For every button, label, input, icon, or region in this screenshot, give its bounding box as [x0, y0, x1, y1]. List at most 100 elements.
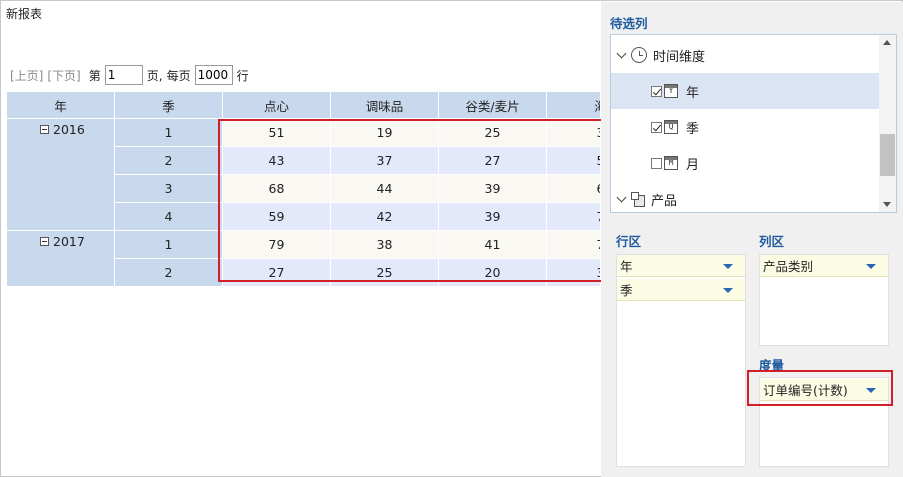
- prev-page-link[interactable]: [上页]: [10, 67, 43, 84]
- tree-node-month[interactable]: M 月: [611, 145, 879, 181]
- measure-field-chip[interactable]: 订单编号(计数): [760, 379, 888, 401]
- year-checkbox[interactable]: [651, 85, 662, 97]
- next-page-link[interactable]: [下页]: [47, 67, 80, 84]
- quarter-cell: 2: [114, 258, 223, 287]
- value-cell: 3: [546, 258, 600, 287]
- header-condiments[interactable]: 调味品: [330, 91, 439, 119]
- value-cell: 39: [438, 202, 547, 231]
- value-cell: 27: [438, 146, 547, 175]
- value-cell: 79: [222, 230, 331, 259]
- quarter-checkbox[interactable]: [651, 121, 662, 133]
- dropdown-arrow-icon[interactable]: [866, 388, 876, 393]
- tree-label: 季: [686, 121, 700, 137]
- per-page-suffix-label: 行: [236, 68, 249, 83]
- value-cell: 39: [438, 174, 547, 203]
- page-size-input[interactable]: [194, 65, 233, 85]
- value-cell: 51: [222, 118, 331, 147]
- column-field-chip[interactable]: 产品类别: [760, 255, 888, 277]
- year-group-2016: 2016: [6, 118, 115, 231]
- page-suffix-label: 页,: [146, 68, 163, 83]
- header-row: 年 季 点心 调味品 谷类/麦片 海: [6, 91, 600, 119]
- tree-label: 产品: [651, 193, 678, 209]
- header-seafood-partial[interactable]: 海: [546, 91, 600, 119]
- month-checkbox[interactable]: [651, 157, 662, 169]
- chevron-down-icon[interactable]: [617, 194, 627, 204]
- quarter-cell: 3: [114, 174, 223, 203]
- year-calendar-icon: Y: [664, 84, 678, 98]
- value-cell: 44: [330, 174, 439, 203]
- tree-node-time-dimension[interactable]: 时间维度: [611, 37, 879, 73]
- year-label: 2017: [53, 234, 85, 249]
- value-cell: 20: [438, 258, 547, 287]
- measure-zone-title: 度量: [759, 358, 785, 373]
- tree-node-quarter[interactable]: Q 季: [611, 109, 879, 145]
- header-year[interactable]: 年: [6, 91, 115, 119]
- month-calendar-icon: M: [664, 156, 678, 170]
- value-cell: 37: [330, 146, 439, 175]
- quarter-cell: 1: [114, 118, 223, 147]
- row-field-chip[interactable]: 年: [617, 255, 745, 277]
- chip-label: 季: [620, 283, 633, 298]
- tree-label: 月: [686, 157, 700, 173]
- value-cell: 3: [546, 118, 600, 147]
- dropdown-arrow-icon[interactable]: [723, 288, 733, 293]
- quarter-cell: 4: [114, 202, 223, 231]
- report-window: 新报表 [上页] [下页] 第 页, 每页 行 年 季 点心 调味品 谷类/麦片…: [0, 0, 903, 477]
- value-cell: 7: [546, 202, 600, 231]
- pivot-table: 年 季 点心 调味品 谷类/麦片 海 2016 1 51 19 25: [6, 91, 600, 287]
- scroll-thumb[interactable]: [880, 134, 895, 176]
- tree-scrollbar[interactable]: [879, 35, 896, 212]
- chip-label: 订单编号(计数): [763, 383, 848, 398]
- value-cell: 42: [330, 202, 439, 231]
- candidates-title: 待选列: [610, 16, 648, 31]
- row-zone-box[interactable]: 年 季: [616, 254, 746, 467]
- clock-icon: [631, 47, 647, 63]
- tree-node-product[interactable]: 产品: [611, 181, 879, 212]
- pivot-table-viewport: 年 季 点心 调味品 谷类/麦片 海 2016 1 51 19 25: [6, 91, 600, 287]
- row-field-chip[interactable]: 季: [617, 279, 745, 301]
- collapse-icon[interactable]: [40, 237, 49, 246]
- value-cell: 5: [546, 146, 600, 175]
- collapse-icon[interactable]: [40, 125, 49, 134]
- dropdown-arrow-icon[interactable]: [866, 264, 876, 269]
- value-cell: 43: [222, 146, 331, 175]
- header-quarter[interactable]: 季: [114, 91, 223, 119]
- value-cell: 25: [330, 258, 439, 287]
- value-cell: 6: [546, 174, 600, 203]
- page-number-input[interactable]: [104, 65, 143, 85]
- header-snacks[interactable]: 点心: [222, 91, 331, 119]
- measure-zone-box[interactable]: 订单编号(计数): [759, 377, 889, 467]
- value-cell: 38: [330, 230, 439, 259]
- column-zone-box[interactable]: 产品类别: [759, 254, 889, 346]
- table-row: 2017 1 79 38 41 7: [6, 230, 600, 287]
- value-cell: 19: [330, 118, 439, 147]
- per-page-prefix-label: 每页: [166, 68, 191, 83]
- table-icon: [631, 192, 645, 207]
- pager: [上页] [下页] 第 页, 每页 行: [10, 65, 253, 85]
- value-cell: 68: [222, 174, 331, 203]
- tree-label: 年: [686, 85, 700, 101]
- scroll-down-icon[interactable]: [883, 202, 891, 207]
- field-tree: 时间维度 Y 年 Q 季 M 月 产品: [610, 34, 897, 213]
- chevron-down-icon[interactable]: [617, 50, 627, 60]
- quarter-cell: 1: [114, 230, 223, 259]
- value-cell: 27: [222, 258, 331, 287]
- chip-label: 年: [620, 259, 633, 274]
- header-grains[interactable]: 谷类/麦片: [438, 91, 547, 119]
- year-group-2017: 2017: [6, 230, 115, 287]
- dropdown-arrow-icon[interactable]: [723, 264, 733, 269]
- chip-label: 产品类别: [763, 259, 814, 274]
- value-cell: 41: [438, 230, 547, 259]
- page-prefix-label: 第: [88, 68, 101, 83]
- year-label: 2016: [53, 122, 85, 137]
- row-zone-title: 行区: [616, 234, 642, 249]
- config-panel: 待选列 时间维度 Y 年 Q 季 M 月 产品 行区 年 季 列区 产品类别 度…: [601, 2, 903, 477]
- value-cell: 59: [222, 202, 331, 231]
- tree-node-year[interactable]: Y 年: [611, 73, 879, 109]
- report-title: 新报表: [6, 7, 43, 21]
- value-cell: 25: [438, 118, 547, 147]
- quarter-calendar-icon: Q: [664, 120, 678, 134]
- column-zone-title: 列区: [759, 234, 785, 249]
- quarter-cell: 2: [114, 146, 223, 175]
- scroll-up-icon[interactable]: [883, 40, 891, 45]
